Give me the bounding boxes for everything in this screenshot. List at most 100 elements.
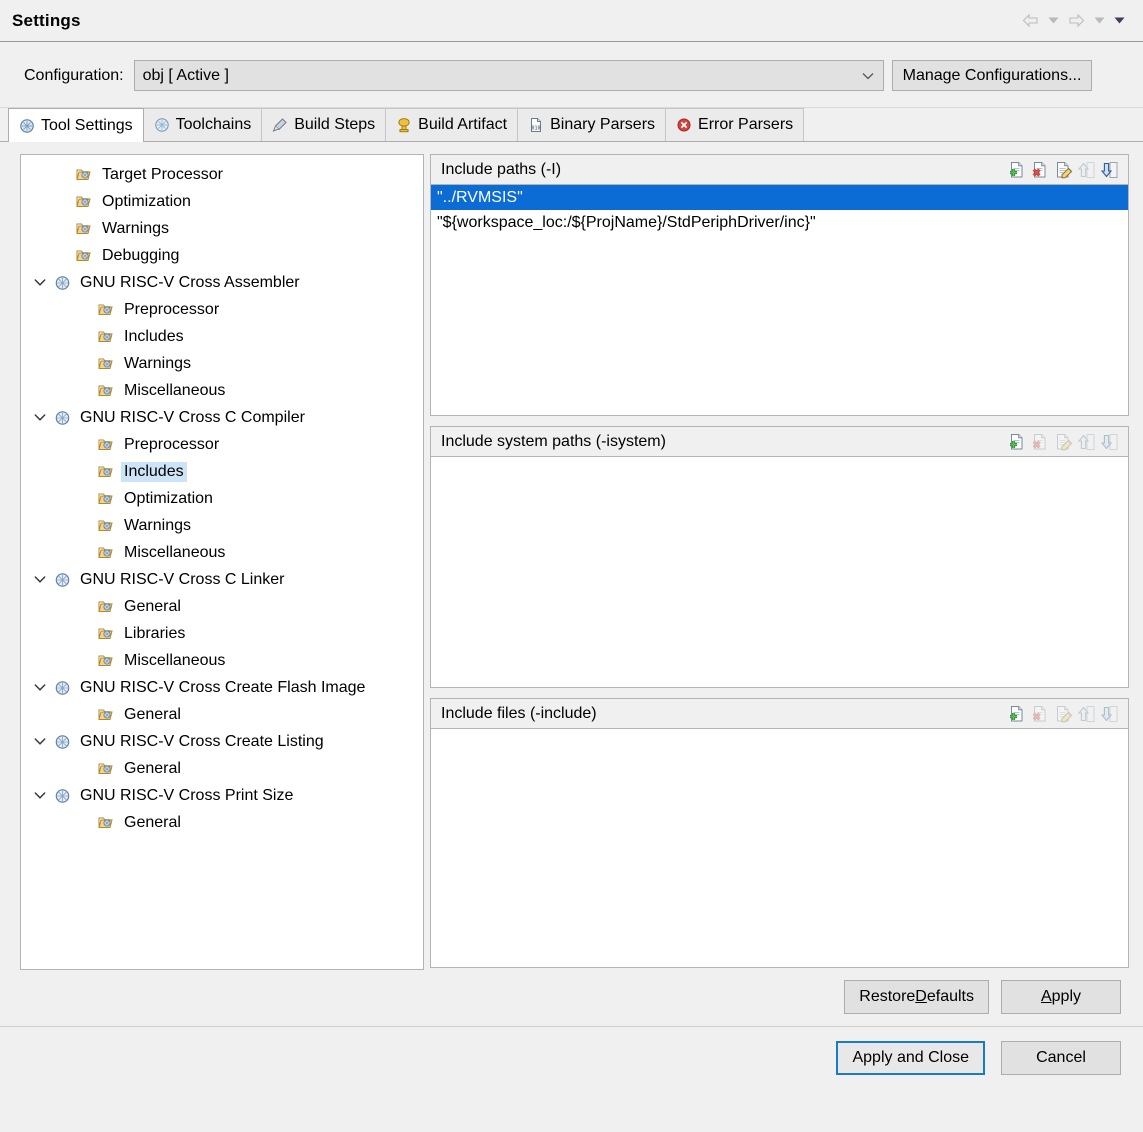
include-files-group: Include files (-include) — [430, 698, 1129, 968]
cancel-button[interactable]: Cancel — [1001, 1041, 1121, 1075]
tree-item[interactable]: GNU RISC-V Cross C Compiler — [21, 404, 423, 431]
tree-item[interactable]: Warnings — [21, 215, 423, 242]
tree-item[interactable]: GNU RISC-V Cross Assembler — [21, 269, 423, 296]
move-down-icon[interactable] — [1100, 160, 1120, 180]
apply-and-close-button[interactable]: Apply and Close — [836, 1041, 985, 1075]
tab-label: Toolchains — [175, 116, 252, 133]
back-arrow-icon[interactable] — [1019, 10, 1041, 32]
folder-icon — [95, 599, 117, 614]
include-files-list[interactable] — [431, 729, 1128, 967]
tool-icon — [51, 572, 73, 588]
tree-item-label: Includes — [124, 327, 184, 345]
folder-icon — [95, 356, 117, 371]
add-icon[interactable] — [1008, 432, 1028, 452]
add-icon[interactable] — [1008, 160, 1028, 180]
tree-item-label: Preprocessor — [124, 435, 220, 453]
back-dropdown-icon[interactable] — [1045, 10, 1061, 32]
tab-build-artifact[interactable]: Build Artifact — [385, 108, 519, 141]
folder-icon — [95, 464, 117, 479]
configuration-bar: Configuration: obj [ Active ] Manage Con… — [0, 42, 1143, 108]
tab-label: Build Steps — [294, 116, 376, 133]
tool-icon — [51, 410, 73, 426]
settings-tree-rows: Target Processor Optimization Warnings D… — [21, 155, 423, 836]
delete-icon — [1031, 432, 1051, 452]
tree-item[interactable]: Optimization — [21, 188, 423, 215]
include-files-toolbar — [1008, 704, 1124, 724]
tree-item[interactable]: Miscellaneous — [21, 377, 423, 404]
tree-item[interactable]: Miscellaneous — [21, 647, 423, 674]
folder-icon — [73, 167, 95, 182]
move-up-icon — [1077, 704, 1097, 724]
tab-label: Binary Parsers — [550, 116, 656, 133]
delete-icon — [1031, 704, 1051, 724]
svg-text:010: 010 — [532, 126, 541, 132]
group-title: Include system paths (-isystem) — [441, 432, 666, 450]
page-title: Settings — [12, 10, 81, 30]
configuration-select[interactable]: obj [ Active ] — [133, 60, 884, 91]
tree-item[interactable]: Target Processor — [21, 161, 423, 188]
include-files-header: Include files (-include) — [431, 699, 1128, 729]
tree-item-label: Warnings — [102, 219, 169, 237]
tree-item[interactable]: Optimization — [21, 485, 423, 512]
tree-item-label: Miscellaneous — [124, 543, 226, 561]
tree-item[interactable]: Includes — [21, 458, 423, 485]
restore-defaults-button[interactable]: Restore Defaults — [844, 980, 989, 1014]
tree-item[interactable]: Preprocessor — [21, 296, 423, 323]
tree-item[interactable]: Warnings — [21, 512, 423, 539]
chevron-down-icon[interactable] — [29, 413, 51, 422]
chevron-down-icon[interactable] — [29, 683, 51, 692]
tab-build-steps[interactable]: Build Steps — [261, 108, 387, 141]
settings-tabbar: Tool Settings Toolchains Build Steps Bui… — [0, 108, 1143, 142]
tree-item[interactable]: GNU RISC-V Cross Create Flash Image — [21, 674, 423, 701]
list-item[interactable]: "../RVMSIS" — [431, 185, 1128, 210]
tree-item[interactable]: Warnings — [21, 350, 423, 377]
tree-item[interactable]: General — [21, 701, 423, 728]
list-item[interactable]: "${workspace_loc:/${ProjName}/StdPeriphD… — [431, 210, 1128, 235]
chevron-down-icon[interactable] — [29, 575, 51, 584]
tree-item-label: GNU RISC-V Cross Create Flash Image — [80, 678, 366, 696]
tree-item[interactable]: Miscellaneous — [21, 539, 423, 566]
edit-icon[interactable] — [1054, 160, 1074, 180]
tree-item[interactable]: GNU RISC-V Cross C Linker — [21, 566, 423, 593]
settings-tree[interactable]: Target Processor Optimization Warnings D… — [20, 154, 424, 970]
apply-button[interactable]: Apply — [1001, 980, 1121, 1014]
tab-error-parsers[interactable]: Error Parsers — [665, 108, 805, 141]
include-paths-group: Include paths (-I) "../RVMSIS" "${workspa… — [430, 154, 1129, 416]
tree-item-label: Optimization — [102, 192, 191, 210]
tree-item[interactable]: General — [21, 809, 423, 836]
add-icon[interactable] — [1008, 704, 1028, 724]
binary-parsers-icon: 010 — [528, 117, 544, 133]
include-paths-header: Include paths (-I) — [431, 155, 1128, 185]
tree-item[interactable]: GNU RISC-V Cross Create Listing — [21, 728, 423, 755]
menu-dropdown-icon[interactable] — [1111, 10, 1127, 32]
folder-icon — [95, 761, 117, 776]
chevron-down-icon — [857, 72, 879, 80]
build-artifact-icon — [396, 117, 412, 133]
forward-dropdown-icon[interactable] — [1091, 10, 1107, 32]
tree-item[interactable]: Includes — [21, 323, 423, 350]
tab-toolchains[interactable]: Toolchains — [142, 108, 263, 141]
tree-item-label: GNU RISC-V Cross C Compiler — [80, 408, 305, 426]
configuration-label: Configuration: — [24, 66, 124, 84]
tree-item[interactable]: General — [21, 593, 423, 620]
chevron-down-icon[interactable] — [29, 791, 51, 800]
folder-icon — [95, 518, 117, 533]
tree-item[interactable]: Libraries — [21, 620, 423, 647]
manage-configurations-button[interactable]: Manage Configurations... — [891, 60, 1093, 91]
include-paths-list[interactable]: "../RVMSIS" "${workspace_loc:/${ProjName}… — [431, 185, 1128, 415]
tree-item-label: Warnings — [124, 516, 191, 534]
tree-item[interactable]: General — [21, 755, 423, 782]
include-system-paths-list[interactable] — [431, 457, 1128, 687]
tab-binary-parsers[interactable]: 010 Binary Parsers — [517, 108, 667, 141]
tab-tool-settings[interactable]: Tool Settings — [8, 108, 144, 142]
tab-label: Tool Settings — [41, 116, 133, 134]
folder-icon — [95, 815, 117, 830]
chevron-down-icon[interactable] — [29, 737, 51, 746]
delete-icon[interactable] — [1031, 160, 1051, 180]
folder-icon — [95, 302, 117, 317]
tree-item[interactable]: GNU RISC-V Cross Print Size — [21, 782, 423, 809]
chevron-down-icon[interactable] — [29, 278, 51, 287]
tree-item[interactable]: Debugging — [21, 242, 423, 269]
forward-arrow-icon[interactable] — [1065, 10, 1087, 32]
tree-item[interactable]: Preprocessor — [21, 431, 423, 458]
